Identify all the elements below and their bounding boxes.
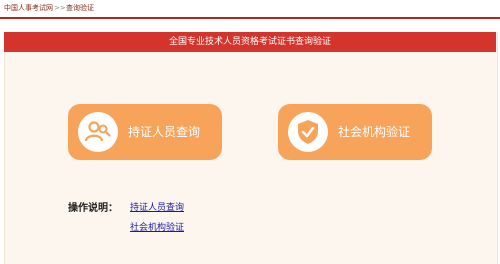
breadcrumb-separator: >> bbox=[54, 4, 66, 12]
breadcrumb: 中国人事考试网 >> 查询验证 bbox=[0, 0, 500, 16]
panel-title: 全国专业技术人员资格考试证书查询验证 bbox=[4, 32, 496, 52]
cert-holder-query-link[interactable]: 持证人员查询 bbox=[130, 200, 184, 213]
instructions-title: 操作说明： bbox=[68, 203, 118, 214]
breadcrumb-current: 查询验证 bbox=[66, 4, 94, 12]
cert-holder-query-button[interactable]: 持证人员查询 bbox=[68, 104, 222, 160]
top-divider bbox=[0, 17, 500, 19]
org-verify-label: 社会机构验证 bbox=[338, 125, 411, 139]
cert-holder-query-label: 持证人员查询 bbox=[128, 125, 201, 139]
shield-check-icon bbox=[288, 112, 328, 152]
org-verify-button[interactable]: 社会机构验证 bbox=[278, 104, 432, 160]
breadcrumb-home-link[interactable]: 中国人事考试网 bbox=[4, 0, 53, 16]
org-verify-link[interactable]: 社会机构验证 bbox=[130, 220, 184, 233]
people-search-icon bbox=[78, 112, 118, 152]
